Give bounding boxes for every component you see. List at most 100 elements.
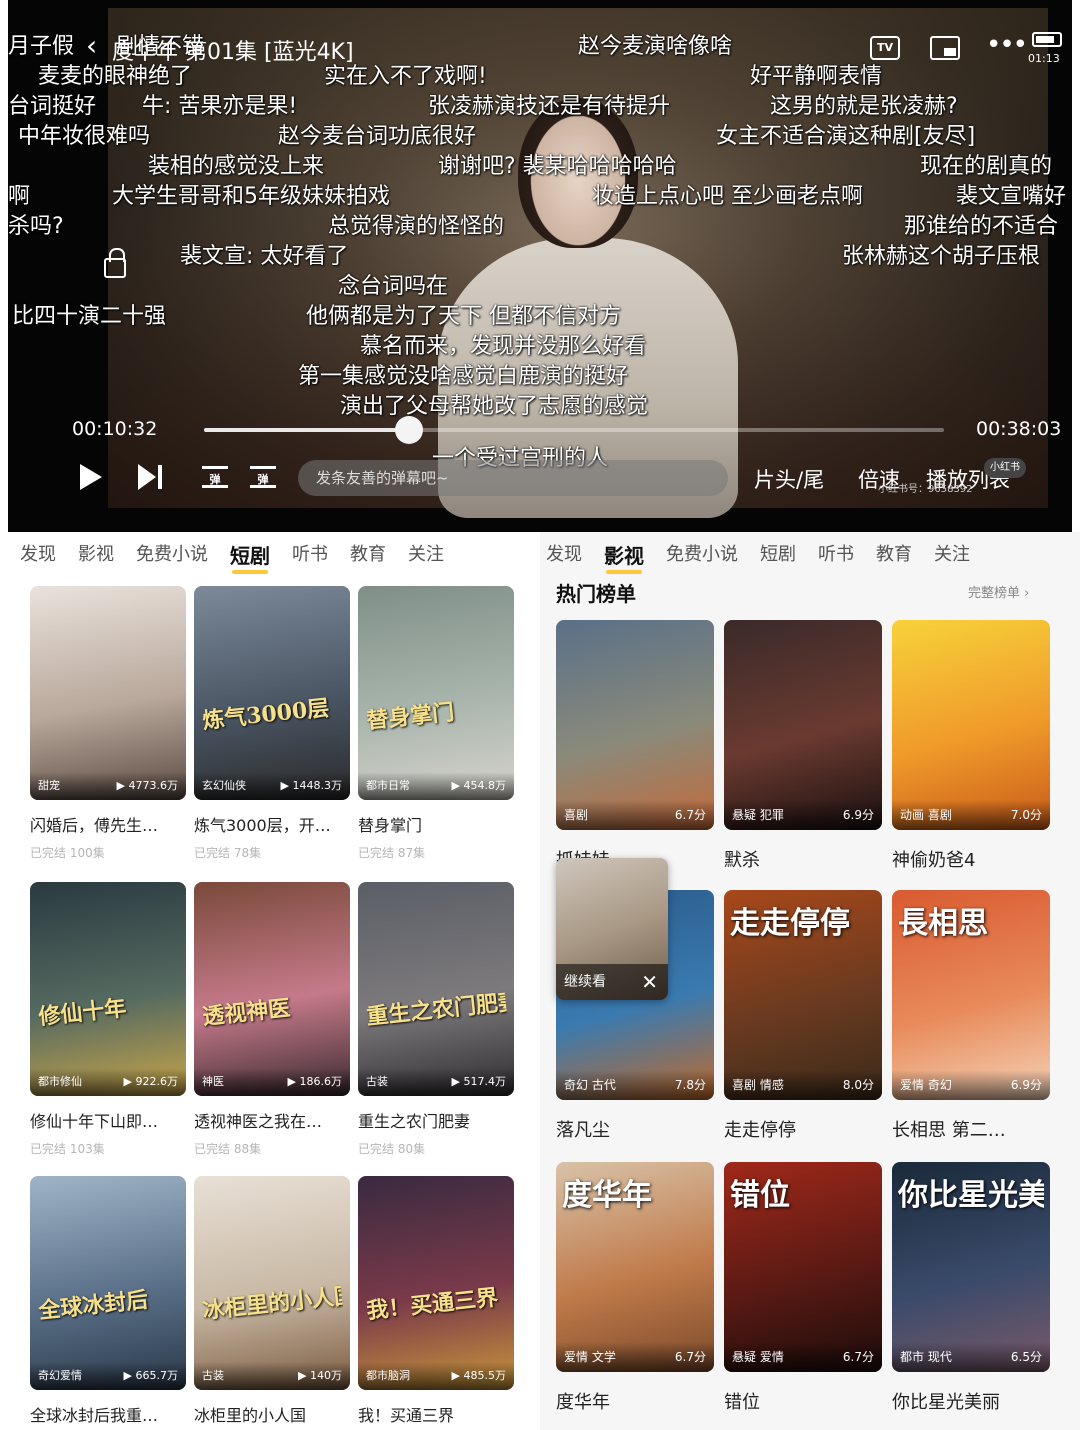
view-count: ▶ 140万: [298, 1369, 342, 1382]
tab-2[interactable]: 免费小说: [136, 540, 208, 574]
movie-poster[interactable]: 你比星光美丽 都市 现代 6.5分: [892, 1162, 1050, 1372]
video-player[interactable]: 月子假 剧情不错 赵今麦演啥像啥 麦麦的眼神绝了 实在入不了戏啊! 好平静啊表情 台词挺好牛…: [8, 0, 1072, 532]
poster-meta: 甜宠 ▶ 4773.6万: [30, 772, 186, 800]
danmaku-input[interactable]: 发条友善的弹幕吧~: [298, 460, 728, 496]
tab-1[interactable]: 影视: [604, 540, 644, 574]
movie-title[interactable]: 度华年: [556, 1388, 714, 1414]
view-count: ▶ 186.6万: [287, 1075, 342, 1088]
tab-4[interactable]: 听书: [292, 540, 328, 574]
movie-title[interactable]: 长相思 第二…: [892, 1116, 1050, 1142]
player-top-bar: ‹ 度华年 第01集 [蓝光4K] TV ••• 01:13: [8, 20, 1072, 70]
tab-6[interactable]: 关注: [934, 540, 970, 574]
movie-title[interactable]: 默杀: [724, 846, 882, 872]
movie-card[interactable]: 度华年 爱情 文学 6.7分 度华年: [556, 1162, 714, 1414]
drama-title[interactable]: 修仙十年下山即…: [30, 1108, 186, 1132]
drama-title[interactable]: 冰柜里的小人国: [194, 1402, 350, 1426]
movie-title[interactable]: 错位: [724, 1388, 882, 1414]
poster-meta: 奇幻 古代 7.8分: [556, 1070, 714, 1100]
play-icon[interactable]: [80, 464, 102, 490]
drama-card[interactable]: 透视神医 神医 ▶ 186.6万 透视神医之我在… 已完结 88集: [194, 882, 350, 1157]
progress-knob[interactable]: [394, 416, 423, 444]
drama-card[interactable]: 我！买通三界 都市脑洞 ▶ 485.5万 我！买通三界: [358, 1176, 514, 1430]
picture-in-picture-icon[interactable]: [930, 36, 960, 60]
video-title: 度华年 第01集 [蓝光4K]: [112, 40, 354, 65]
drama-poster[interactable]: 我！买通三界 都市脑洞 ▶ 485.5万: [358, 1176, 514, 1390]
drama-title[interactable]: 全球冰封后我重…: [30, 1402, 186, 1426]
more-icon[interactable]: •••: [986, 30, 1028, 60]
drama-title[interactable]: 闪婚后，傅先生…: [30, 812, 186, 836]
drama-card[interactable]: 冰柜里的小人国 古装 ▶ 140万 冰柜里的小人国: [194, 1176, 350, 1430]
drama-poster[interactable]: 替身掌门 都市日常 ▶ 454.8万: [358, 586, 514, 800]
movie-poster[interactable]: 动画 喜剧 7.0分: [892, 620, 1050, 830]
tab-5[interactable]: 教育: [876, 540, 912, 574]
rating-score: 6.7分: [674, 808, 706, 822]
progress-bar[interactable]: [204, 416, 944, 444]
drama-card[interactable]: 修仙十年 都市修仙 ▶ 922.6万 修仙十年下山即… 已完结 103集: [30, 882, 186, 1157]
tab-0[interactable]: 发现: [20, 540, 56, 574]
drama-poster[interactable]: 炼气3000层 玄幻仙侠 ▶ 1448.3万: [194, 586, 350, 800]
drama-poster[interactable]: 重生之农门肥妻 古装 ▶ 517.4万: [358, 882, 514, 1096]
drama-poster[interactable]: 全球冰封后 奇幻爱情 ▶ 665.7万: [30, 1176, 186, 1390]
movie-poster[interactable]: 長相思 爱情 奇幻 6.9分: [892, 890, 1050, 1100]
tab-3[interactable]: 短剧: [760, 540, 796, 574]
tab-3[interactable]: 短剧: [230, 540, 270, 574]
drama-title[interactable]: 替身掌门: [358, 812, 514, 836]
tab-0[interactable]: 发现: [546, 540, 582, 574]
danmaku-comment: 演出了父母帮她改了志愿的感觉: [340, 394, 649, 419]
drama-card[interactable]: 全球冰封后 奇幻爱情 ▶ 665.7万 全球冰封后我重…: [30, 1176, 186, 1430]
back-icon[interactable]: ‹: [86, 32, 108, 60]
continue-watching-card[interactable]: 继续看 ✕: [556, 858, 668, 1000]
drama-card[interactable]: 替身掌门 都市日常 ▶ 454.8万 替身掌门 已完结 87集: [358, 586, 514, 861]
tab-2[interactable]: 免费小说: [666, 540, 738, 574]
movie-card[interactable]: 喜剧 6.7分 抓娃娃: [556, 620, 714, 872]
movie-card[interactable]: 错位 悬疑 爱情 6.7分 错位: [724, 1162, 882, 1414]
drama-card[interactable]: 重生之农门肥妻 古装 ▶ 517.4万 重生之农门肥妻 已完结 80集: [358, 882, 514, 1157]
drama-card[interactable]: 甜宠 ▶ 4773.6万 闪婚后，傅先生… 已完结 100集: [30, 586, 186, 861]
tab-1[interactable]: 影视: [78, 540, 114, 574]
skip-intro-outro-button[interactable]: 片头/尾: [754, 464, 824, 494]
poster-meta: 古装 ▶ 140万: [194, 1362, 350, 1390]
drama-title[interactable]: 透视神医之我在…: [194, 1108, 350, 1132]
drama-poster[interactable]: 冰柜里的小人国 古装 ▶ 140万: [194, 1176, 350, 1390]
movie-poster[interactable]: 喜剧 6.7分: [556, 620, 714, 830]
movie-card[interactable]: 走走停停 喜剧 情感 8.0分 走走停停: [724, 890, 882, 1142]
tab-4[interactable]: 听书: [818, 540, 854, 574]
drama-poster[interactable]: 甜宠 ▶ 4773.6万: [30, 586, 186, 800]
tab-6[interactable]: 关注: [408, 540, 444, 574]
drama-title[interactable]: 重生之农门肥妻: [358, 1108, 514, 1132]
drama-title[interactable]: 我！买通三界: [358, 1402, 514, 1426]
poster-meta: 奇幻爱情 ▶ 665.7万: [30, 1362, 186, 1390]
movie-title[interactable]: 落凡尘: [556, 1116, 714, 1142]
drama-card[interactable]: 炼气3000层 玄幻仙侠 ▶ 1448.3万 炼气3000层，开… 已完结 78…: [194, 586, 350, 861]
genre-tag: 神医: [202, 1075, 224, 1088]
movie-title[interactable]: 你比星光美丽: [892, 1388, 1050, 1414]
movie-card[interactable]: 長相思 爱情 奇幻 6.9分 长相思 第二…: [892, 890, 1050, 1142]
drama-poster[interactable]: 透视神医 神医 ▶ 186.6万: [194, 882, 350, 1096]
episode-status: 已完结 103集: [30, 1142, 105, 1156]
tab-5[interactable]: 教育: [350, 540, 386, 574]
danmaku-comment: 那谁给的不适合: [904, 214, 1059, 239]
movie-card[interactable]: 你比星光美丽 都市 现代 6.5分 你比星光美丽: [892, 1162, 1050, 1414]
danmaku-toggle-icon[interactable]: 弹: [202, 466, 228, 488]
movie-card[interactable]: 动画 喜剧 7.0分 神偷奶爸4: [892, 620, 1050, 872]
lock-icon[interactable]: [104, 248, 126, 278]
genre-tag: 古装: [366, 1075, 388, 1088]
watermark: 小红书号：9658392: [878, 484, 973, 495]
movie-poster[interactable]: 走走停停 喜剧 情感 8.0分: [724, 890, 882, 1100]
movie-poster[interactable]: 度华年 爱情 文学 6.7分: [556, 1162, 714, 1372]
movie-title[interactable]: 走走停停: [724, 1116, 882, 1142]
movie-title[interactable]: 神偷奶爸4: [892, 846, 1050, 872]
drama-title[interactable]: 炼气3000层，开…: [194, 812, 350, 836]
next-episode-icon[interactable]: [138, 464, 166, 490]
total-time: 00:38:03: [976, 418, 1062, 440]
view-count: ▶ 454.8万: [451, 779, 506, 792]
movie-card[interactable]: 悬疑 犯罪 6.9分 默杀: [724, 620, 882, 872]
full-rank-link[interactable]: 完整榜单 ›: [968, 582, 1029, 601]
movie-poster[interactable]: 错位 悬疑 爱情 6.7分: [724, 1162, 882, 1372]
danmaku-settings-icon[interactable]: 弹: [250, 466, 276, 488]
poster-title-art: [38, 689, 177, 704]
close-icon[interactable]: ✕: [641, 970, 658, 994]
movie-poster[interactable]: 悬疑 犯罪 6.9分: [724, 620, 882, 830]
tv-cast-icon[interactable]: TV: [870, 36, 900, 60]
drama-poster[interactable]: 修仙十年 都市修仙 ▶ 922.6万: [30, 882, 186, 1096]
